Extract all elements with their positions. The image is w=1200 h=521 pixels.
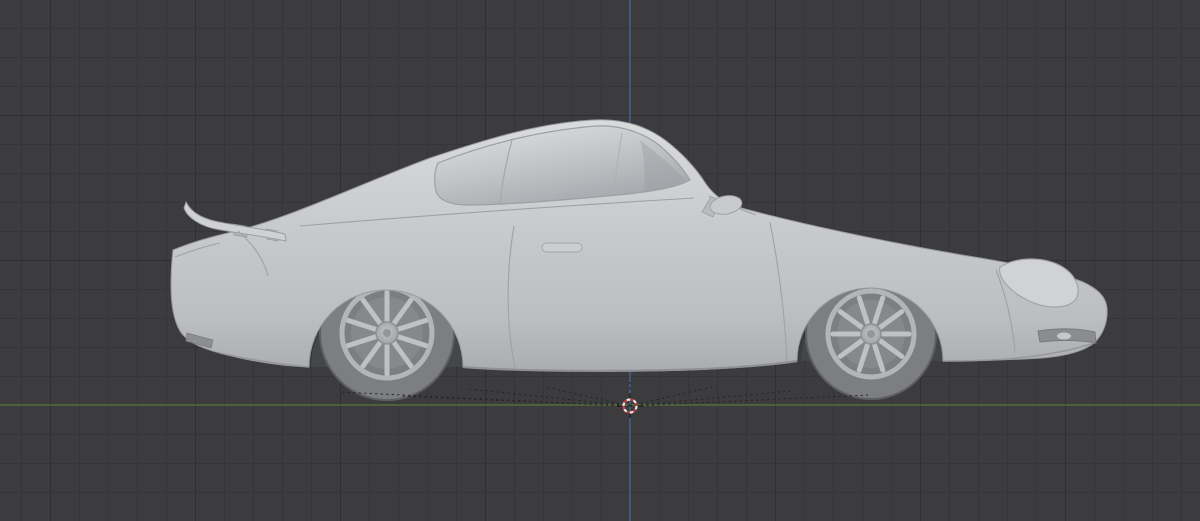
rear-hub-cap [383,329,391,337]
blender-3d-viewport[interactable] [0,0,1200,521]
front-hub-cap [867,330,875,338]
door-handle[interactable] [541,242,583,253]
fog-light [1057,332,1071,340]
car-model[interactable] [170,119,1108,373]
viewport-canvas[interactable] [0,0,1200,521]
